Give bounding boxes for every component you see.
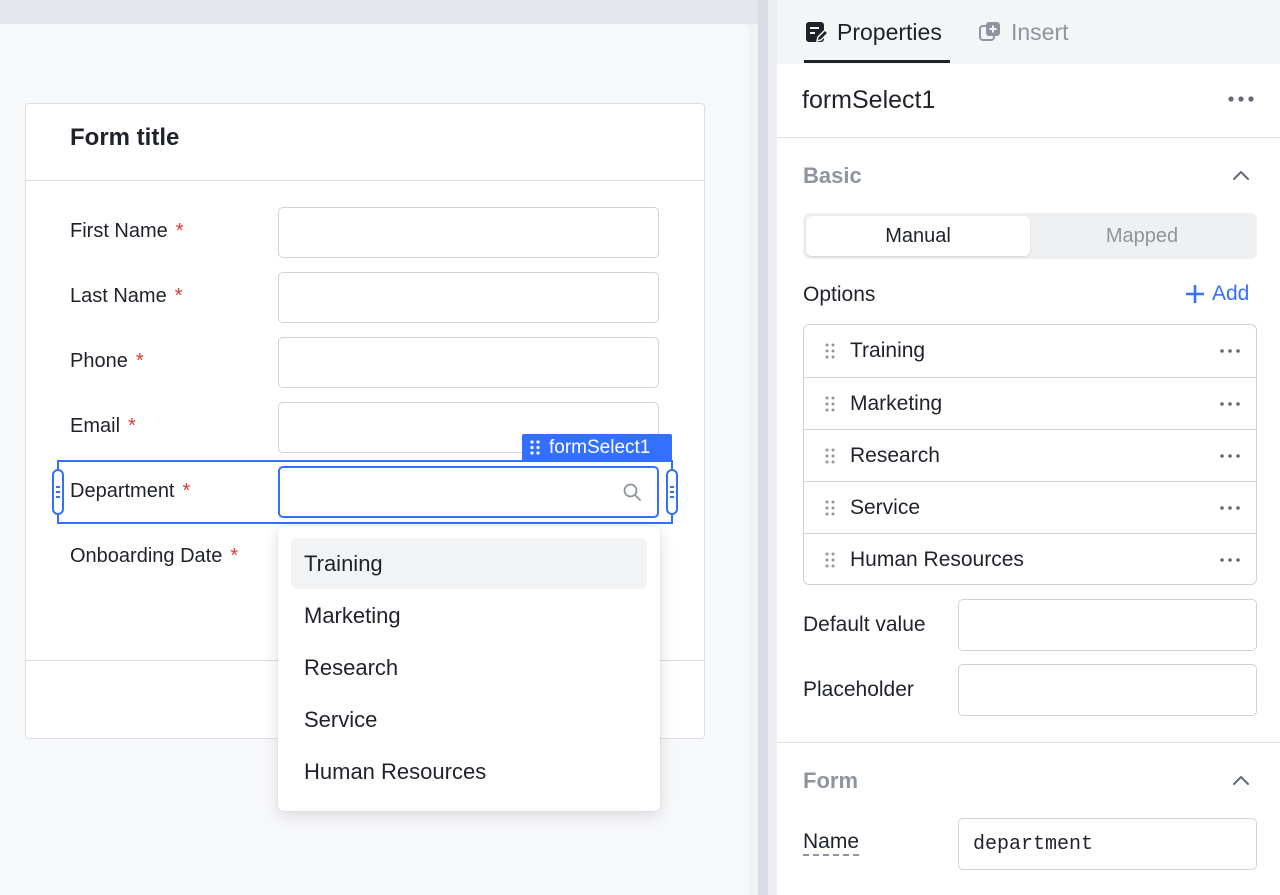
department-select[interactable] [278,466,659,518]
field-label-phone: Phone * [70,350,144,373]
options-list: Training Marketing Research Service Huma… [803,324,1257,585]
field-label-text: Last Name [70,285,167,307]
add-option-button[interactable]: Add [1186,282,1249,306]
name-label-text: Name [803,830,860,856]
required-asterisk: * [182,480,191,502]
field-label-email: Email * [70,415,136,438]
placeholder-label: Placeholder [803,678,914,701]
dropdown-option[interactable]: Training [291,538,647,589]
form-title-divider [26,180,704,181]
panel-divider [768,0,777,895]
more-icon[interactable] [1220,454,1240,458]
field-label-first-name: First Name * [70,220,184,243]
search-icon [623,483,641,501]
add-option-label: Add [1212,282,1250,305]
select-dropdown: Training Marketing Research Service Huma… [278,526,660,811]
more-icon[interactable] [1220,349,1240,353]
plus-icon [1186,285,1204,303]
right-resize-handle[interactable] [666,469,678,515]
required-asterisk: * [135,350,144,372]
field-label-text: First Name [70,220,168,242]
field-label-text: Email [70,415,121,437]
option-row[interactable]: Marketing [804,377,1256,429]
option-label: Research [850,444,940,467]
first-name-input[interactable] [278,207,659,258]
drag-handle-icon[interactable] [824,500,836,516]
option-row[interactable]: Service [804,481,1256,533]
editor-canvas: Form title First Name * Last Name * Phone *… [0,0,758,895]
chevron-up-icon[interactable] [1232,774,1250,786]
panel-tabs: Properties Insert [777,0,1280,64]
divider [777,137,1280,138]
required-asterisk: * [128,415,136,437]
dropdown-option[interactable]: Marketing [291,590,647,641]
default-value-input[interactable] [958,599,1257,651]
active-tab-indicator [804,60,950,63]
last-name-input[interactable] [278,272,659,323]
name-input-value: department [973,833,1094,856]
more-icon[interactable] [1220,558,1240,562]
dropdown-option[interactable]: Human Resources [291,746,647,797]
option-label: Service [850,496,921,519]
tab-label: Properties [837,18,942,45]
canvas-scrollbar[interactable] [758,0,768,895]
option-label: Training [850,339,926,362]
more-icon[interactable] [1220,506,1240,510]
section-title-form[interactable]: Form [803,768,858,794]
dropdown-option[interactable]: Service [291,694,647,745]
chevron-up-icon[interactable] [1232,169,1250,181]
required-asterisk: * [174,285,183,307]
tab-label: Insert [1011,18,1069,45]
component-tag[interactable]: formSelect1 [522,434,672,461]
edit-form-icon [806,22,828,43]
canvas-top-strip [0,0,758,24]
left-resize-handle[interactable] [52,469,64,515]
name-field-label: Name [803,830,860,856]
drag-handle-icon[interactable] [824,448,836,464]
default-value-label: Default value [803,613,926,636]
field-label-text: Department [70,480,175,502]
required-asterisk: * [230,545,239,567]
option-label: Marketing [850,392,943,415]
field-label-last-name: Last Name * [70,285,183,308]
placeholder-input[interactable] [958,664,1257,716]
more-icon[interactable] [1228,96,1254,102]
add-square-icon [979,22,1000,41]
mode-segmented-control: Manual Mapped [803,213,1257,259]
tab-properties[interactable]: Properties [804,16,942,48]
field-label-onboarding-date: Onboarding Date * [70,545,238,568]
mode-mapped-button[interactable]: Mapped [1030,216,1254,256]
section-title-basic[interactable]: Basic [803,163,862,189]
divider [777,742,1280,743]
mode-manual-button[interactable]: Manual [806,216,1030,256]
component-tag-label: formSelect1 [549,437,651,458]
drag-handle-icon[interactable] [824,396,836,412]
field-label-text: Onboarding Date [70,545,223,567]
form-title[interactable]: Form title [70,124,179,152]
option-row[interactable]: Research [804,429,1256,481]
field-label-text: Phone [70,350,128,372]
drag-handle-icon[interactable] [824,552,836,568]
required-asterisk: * [175,220,184,242]
dropdown-option[interactable]: Research [291,642,647,693]
drag-handle-icon[interactable] [530,440,540,455]
properties-panel: Properties Insert formSelect1 Basic Manu… [777,0,1280,895]
component-name[interactable]: formSelect1 [802,86,935,115]
drag-handle-icon[interactable] [824,343,836,359]
tab-insert[interactable]: Insert [978,16,1069,48]
option-row[interactable]: Training [804,325,1256,377]
option-label: Human Resources [850,548,1024,571]
option-row[interactable]: Human Resources [804,533,1256,584]
more-icon[interactable] [1220,402,1240,406]
field-label-department: Department * [70,480,190,503]
options-label: Options [803,283,876,306]
phone-input[interactable] [278,337,659,388]
name-input[interactable]: department [958,818,1257,870]
